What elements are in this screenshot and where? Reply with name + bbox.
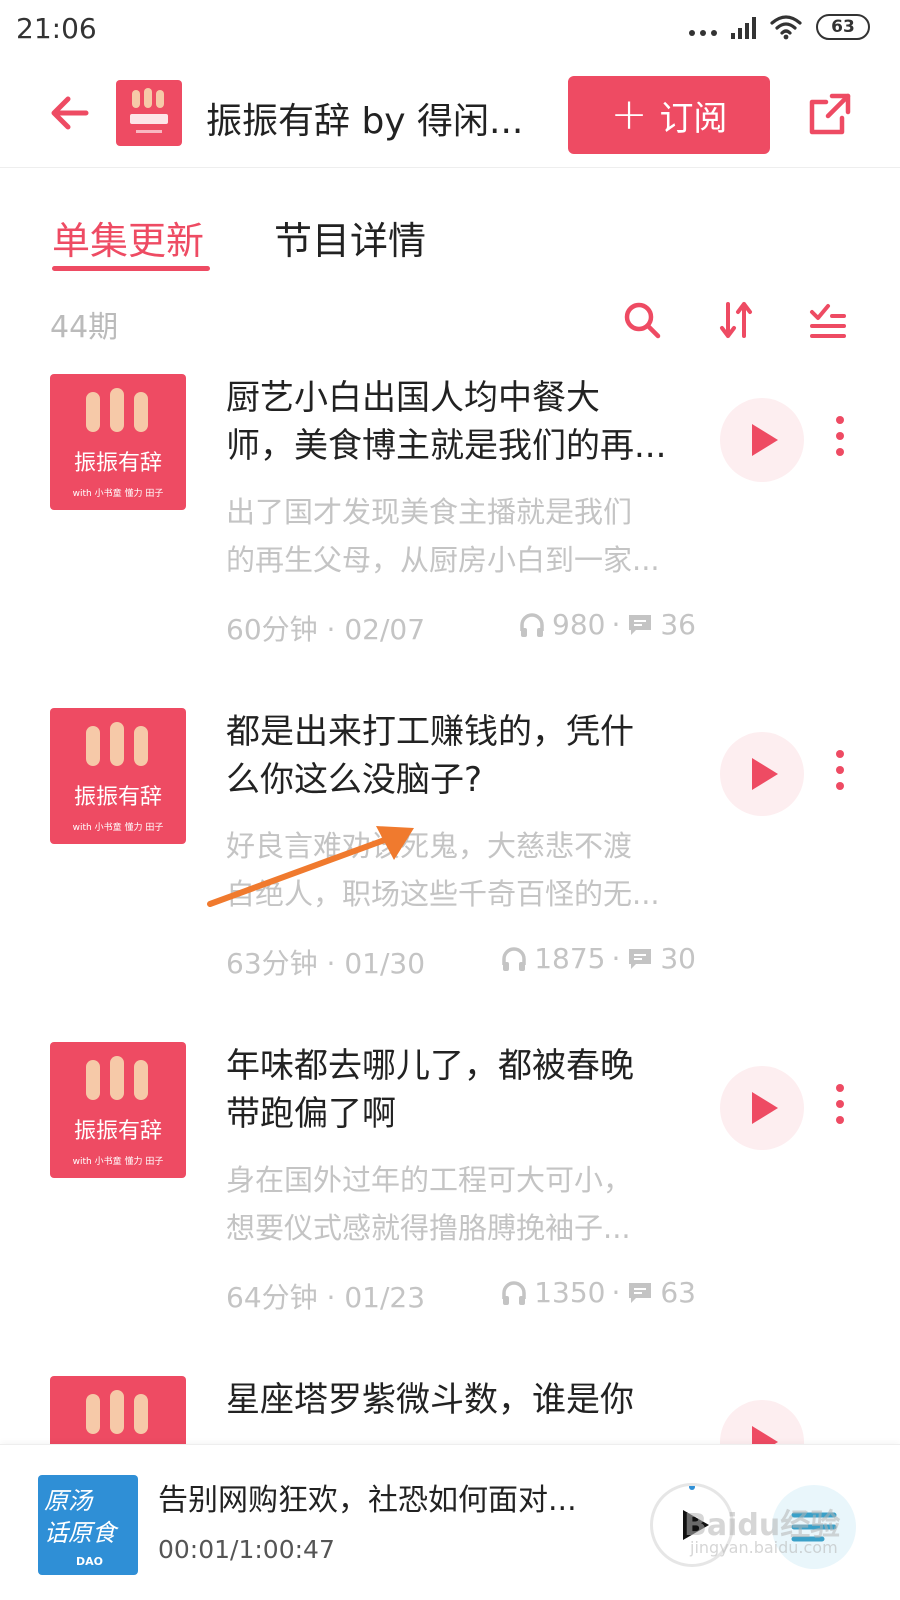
tab-bar: 单集更新 节目详情 <box>0 200 900 280</box>
play-count: 1875 <box>534 942 606 975</box>
cover-title: 振振有辞 <box>74 785 162 810</box>
headphones-icon <box>502 946 526 971</box>
episode-cover[interactable]: 振振有辞 with 小书童 懂力 田子 <box>50 708 186 844</box>
episode-duration-date: 63分钟 · 01/30 <box>226 947 426 980</box>
sort-icon[interactable] <box>714 298 758 342</box>
plus-icon: + <box>610 89 648 140</box>
now-playing-time: 00:01/1:00:47 <box>158 1535 335 1564</box>
now-playing-title[interactable]: 告别网购狂欢，社恐如何面对... <box>158 1475 598 1519</box>
episode-cover[interactable] <box>50 1376 186 1444</box>
episode-meta: 63分钟 · 01/30 1875 · 30 <box>226 942 696 980</box>
more-options-icon[interactable] <box>834 1084 846 1132</box>
cover-subtitle: with 小书童 懂力 田子 <box>73 1155 164 1167</box>
now-playing-cover[interactable]: 原汤 话原食 DAO <box>38 1475 138 1575</box>
annotation-arrow <box>207 826 414 907</box>
watermark-url: jingyan.baidu.com <box>690 1538 838 1557</box>
episode-duration-date: 64分钟 · 01/23 <box>226 1281 426 1314</box>
episode-duration-date: 60分钟 · 02/07 <box>226 613 426 646</box>
play-button[interactable] <box>720 398 804 482</box>
cover-title: 振振有辞 <box>74 451 162 476</box>
active-tab-indicator <box>52 266 210 271</box>
status-icons: 63 <box>689 14 870 40</box>
more-options-icon[interactable] <box>834 416 846 464</box>
episode-title[interactable]: 都是出来打工赚钱的，凭什 么你这么没脑子? <box>226 708 696 804</box>
share-icon[interactable] <box>806 90 854 138</box>
more-dots-icon <box>689 18 717 36</box>
episode-description: 出了国才发现美食主播就是我们 的再生父母，从厨房小白到一家... <box>226 495 660 577</box>
podcast-cover[interactable] <box>116 80 182 146</box>
episode-cover[interactable]: 振振有辞 with 小书童 懂力 田子 <box>50 1042 186 1178</box>
status-time: 21:06 <box>16 12 97 45</box>
episode-count: 44期 <box>50 310 119 345</box>
episode-meta: 64分钟 · 01/23 1350 · 63 <box>226 1276 696 1314</box>
batch-select-icon[interactable] <box>806 298 850 342</box>
search-icon[interactable] <box>620 298 664 342</box>
episode-title[interactable]: 厨艺小白出国人均中餐大 师，美食博主就是我们的再... <box>226 374 696 470</box>
episode-title[interactable]: 年味都去哪儿了，都被春晚 带跑偏了啊 <box>226 1042 696 1138</box>
episode-item[interactable]: 振振有辞 with 小书童 懂力 田子 年味都去哪儿了，都被春晚 带跑偏了啊 身… <box>0 1042 900 1382</box>
subscribe-button[interactable]: + 订阅 <box>568 76 770 154</box>
comment-count: 36 <box>660 608 696 641</box>
headphones-icon <box>520 612 544 637</box>
episode-item[interactable]: 振振有辞 with 小书童 懂力 田子 都是出来打工赚钱的，凭什 么你这么没脑子… <box>0 708 900 1048</box>
play-button[interactable] <box>720 1400 804 1444</box>
podcast-header: 振振有辞 by 得闲... + 订阅 <box>0 64 900 168</box>
play-count: 1350 <box>534 1276 606 1309</box>
wifi-icon <box>770 15 802 40</box>
tab-episodes[interactable]: 单集更新 <box>52 210 204 265</box>
episode-item[interactable]: 星座塔罗紫微斗数，谁是你 <box>0 1376 900 1444</box>
more-options-icon[interactable] <box>834 750 846 798</box>
signal-icon <box>731 15 756 39</box>
cover-subtitle: with 小书童 懂力 田子 <box>73 487 164 499</box>
play-button[interactable] <box>720 1066 804 1150</box>
play-count: 980 <box>552 608 606 641</box>
episode-cover[interactable]: 振振有辞 with 小书童 懂力 田子 <box>50 374 186 510</box>
episode-meta: 60分钟 · 02/07 980 · 36 <box>226 608 696 646</box>
comment-count: 30 <box>660 942 696 975</box>
cover-subtitle: with 小书童 懂力 田子 <box>73 821 164 833</box>
status-bar: 21:06 63 <box>0 0 900 64</box>
comment-count: 63 <box>660 1276 696 1309</box>
episode-title[interactable]: 星座塔罗紫微斗数，谁是你 <box>226 1376 696 1444</box>
comment-icon <box>629 1282 652 1303</box>
battery-icon: 63 <box>816 14 870 40</box>
comment-icon <box>629 614 652 635</box>
back-arrow-icon[interactable] <box>46 88 96 138</box>
play-button[interactable] <box>720 732 804 816</box>
headphones-icon <box>502 1280 526 1305</box>
tab-details[interactable]: 节目详情 <box>274 210 426 265</box>
comment-icon <box>629 948 652 969</box>
cover-title: 振振有辞 <box>74 1119 162 1144</box>
episode-description: 身在国外过年的工程可大可小， 想要仪式感就得撸胳膊挽袖子... <box>226 1163 633 1245</box>
episode-item[interactable]: 振振有辞 with 小书童 懂力 田子 厨艺小白出国人均中餐大 师，美食博主就是… <box>0 374 900 714</box>
subscribe-label: 订阅 <box>659 98 728 139</box>
podcast-title: 振振有辞 by 得闲... <box>206 101 524 142</box>
